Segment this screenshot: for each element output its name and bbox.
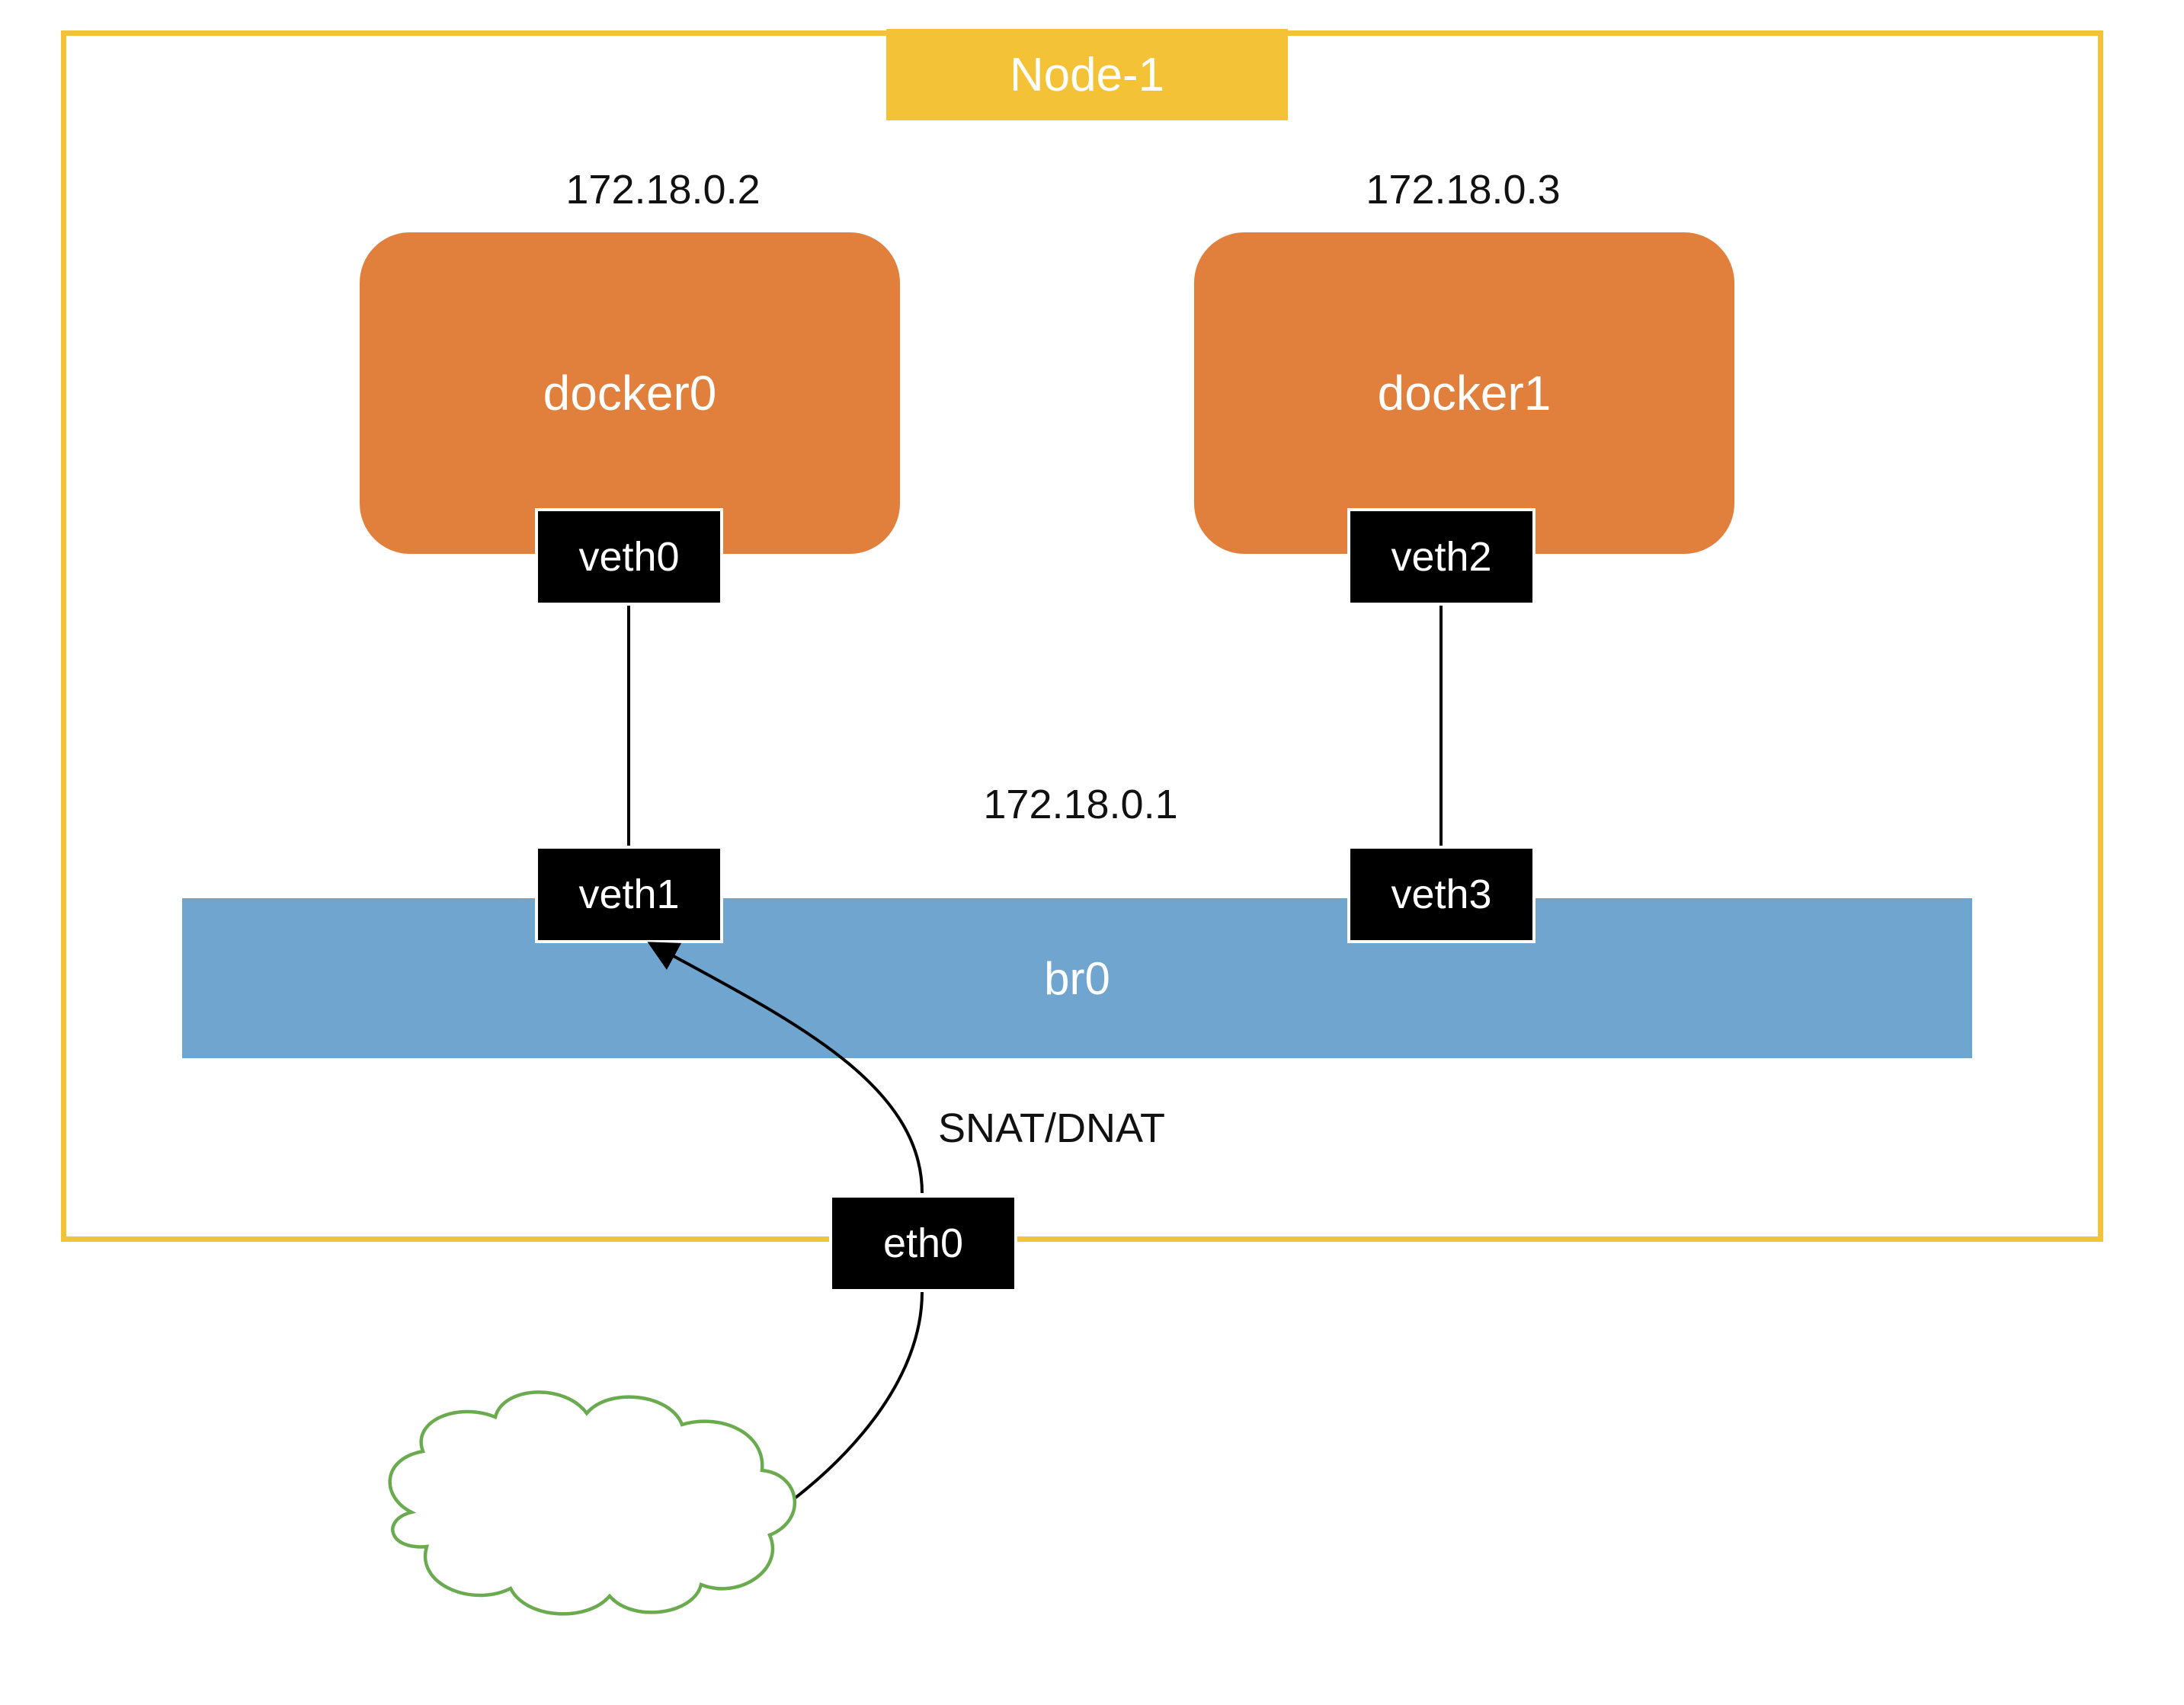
- veth0-box: veth0: [535, 508, 723, 606]
- docker0-ip: 172.18.0.2: [511, 166, 815, 213]
- cloud-label: Outside world: [457, 1474, 724, 1577]
- bridge-label: br0: [1044, 952, 1110, 1005]
- node-title: Node-1: [886, 29, 1288, 120]
- veth1-box: veth1: [535, 846, 723, 943]
- veth3-box: veth3: [1347, 846, 1536, 943]
- veth2-box: veth2: [1347, 508, 1536, 606]
- docker1-ip: 172.18.0.3: [1311, 166, 1616, 213]
- bridge-ip: 172.18.0.1: [928, 781, 1233, 828]
- nat-label: SNAT/DNAT: [938, 1105, 1165, 1152]
- eth0-box: eth0: [829, 1195, 1017, 1292]
- bridge-box: br0: [179, 895, 1975, 1061]
